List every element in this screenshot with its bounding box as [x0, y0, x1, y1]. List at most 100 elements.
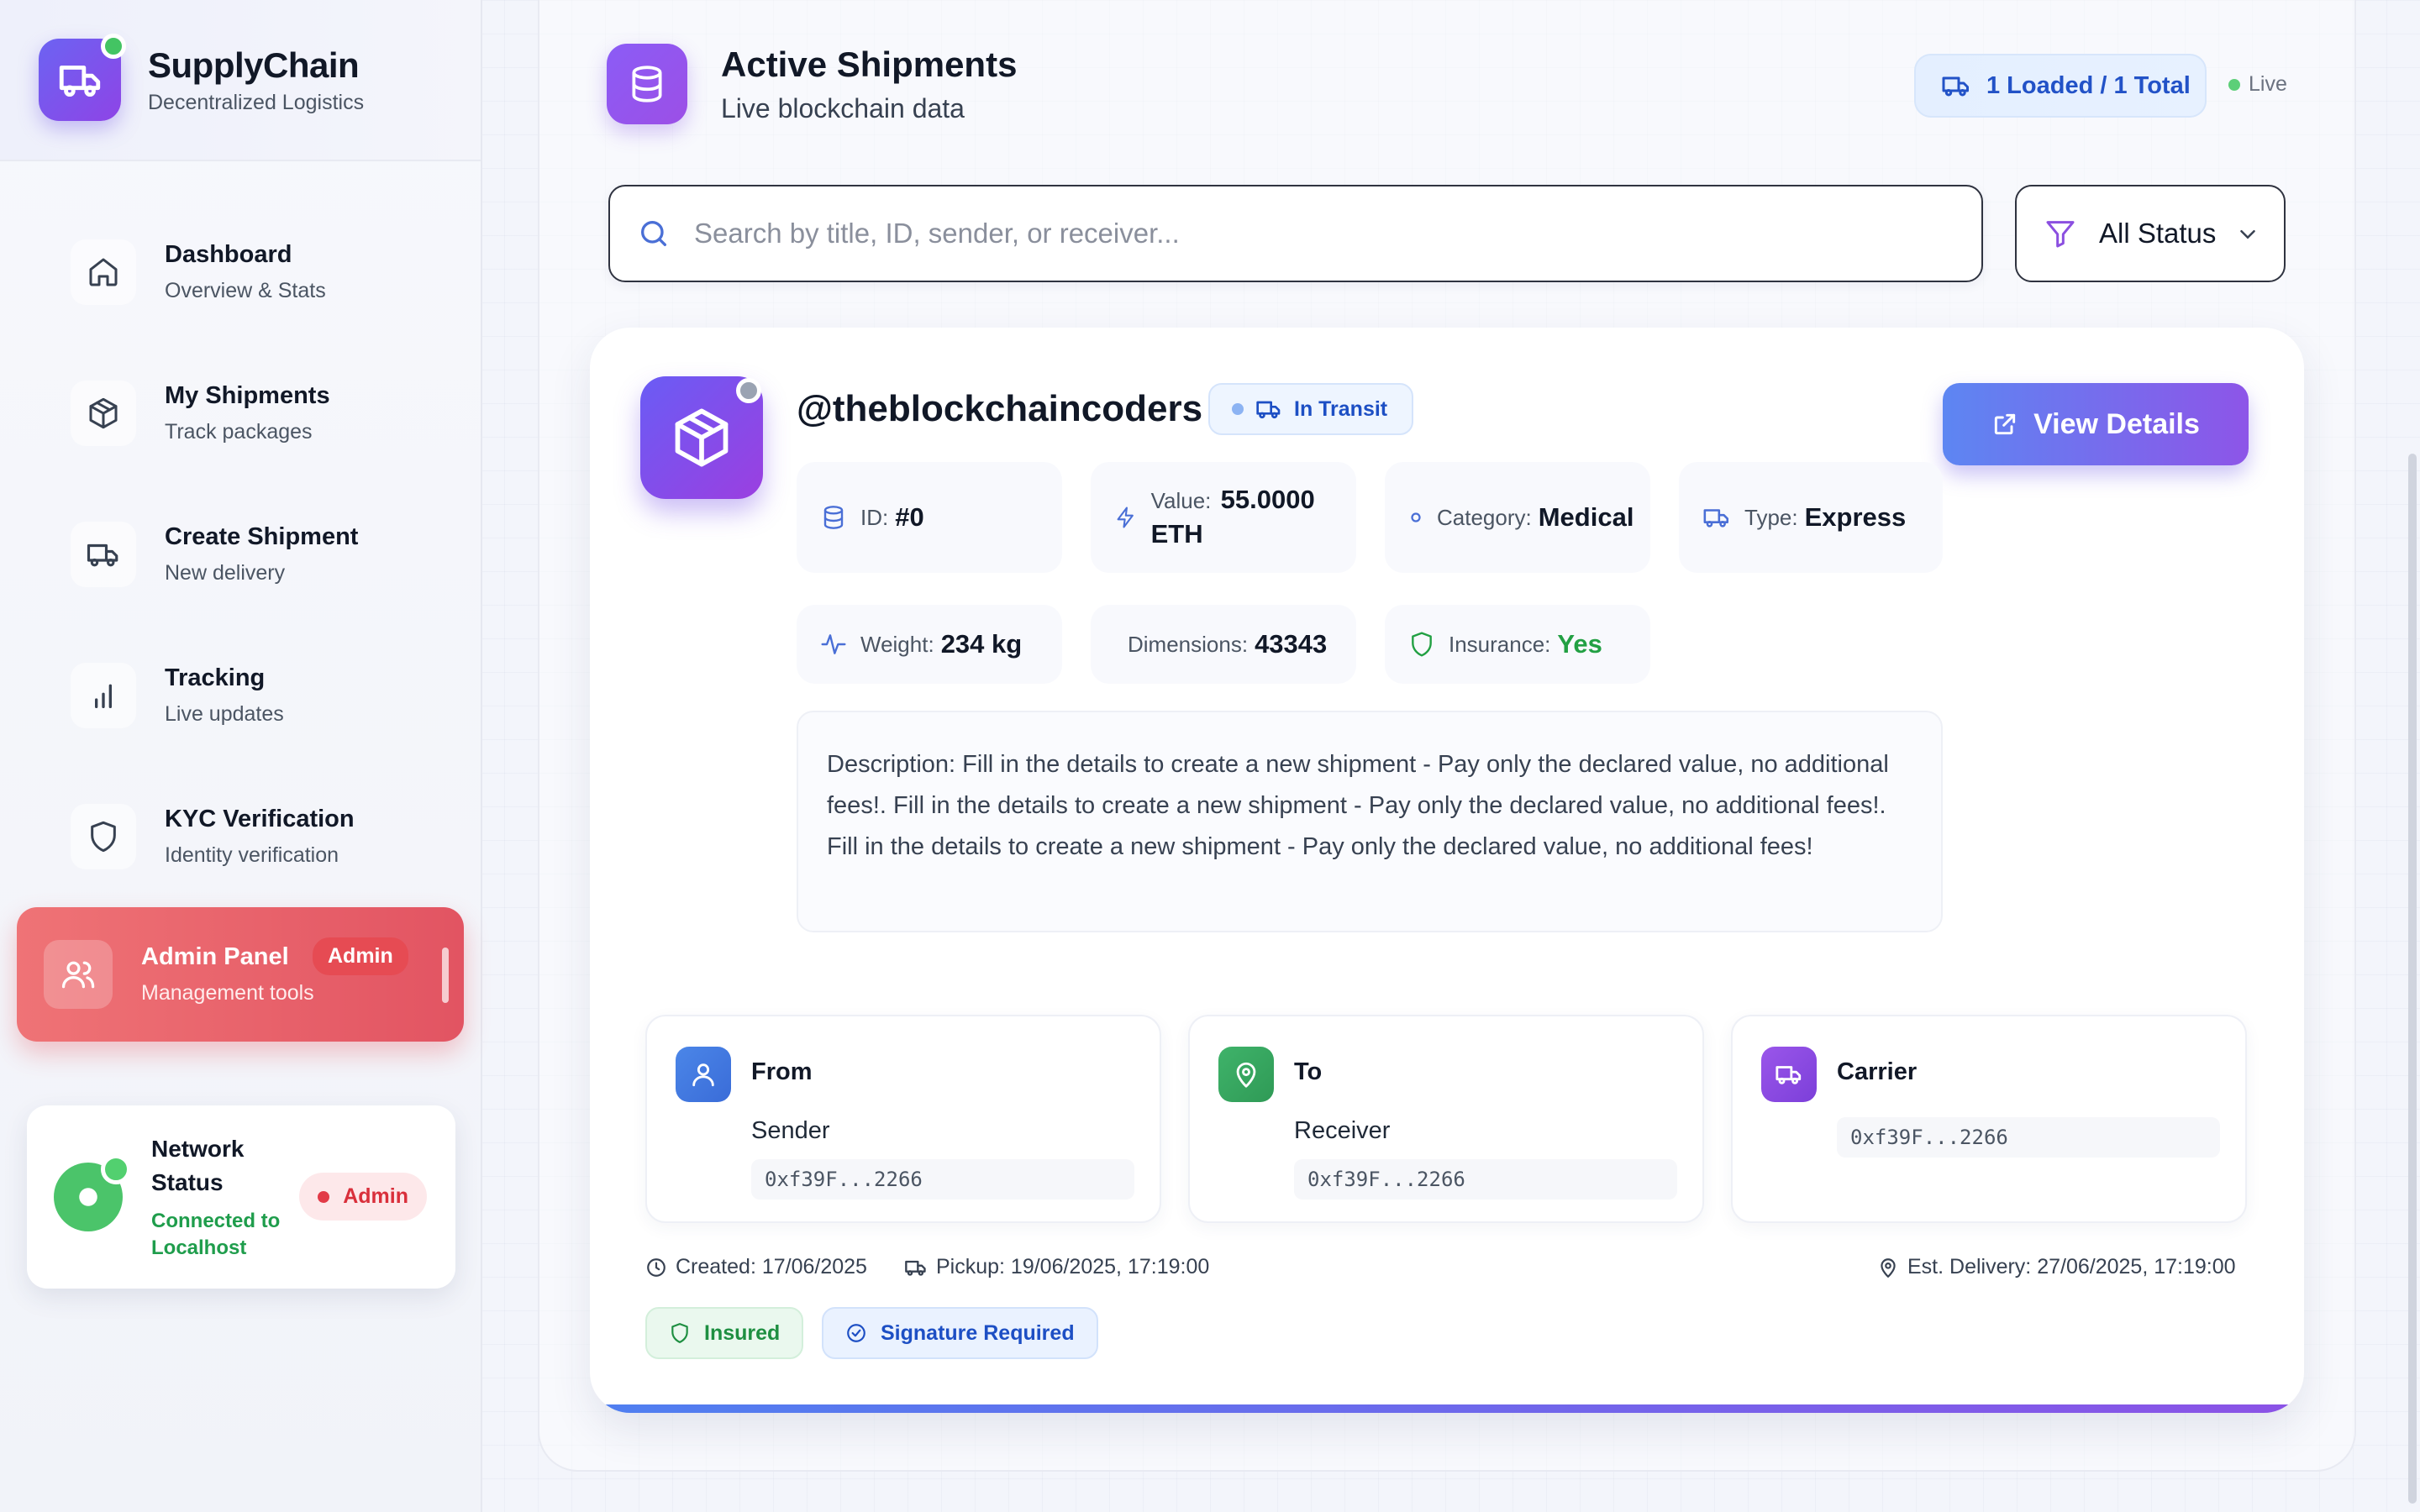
- sender-label: Sender: [751, 1117, 830, 1144]
- sidebar-item-kyc-verification[interactable]: KYC Verification Identity verification: [17, 766, 464, 907]
- sender-address: 0xf39F...2266: [751, 1159, 1134, 1200]
- sidebar: SupplyChain Decentralized Logistics Dash…: [0, 0, 482, 1512]
- map-pin-icon: [1218, 1047, 1274, 1102]
- weight-value: 234 kg: [940, 629, 1023, 659]
- lightning-icon: [1117, 507, 1134, 528]
- search-input[interactable]: [694, 218, 1954, 249]
- package-icon: [675, 408, 729, 467]
- status-label: In Transit: [1294, 396, 1388, 421]
- from-card: From Sender 0xf39F...2266: [645, 1015, 1161, 1223]
- truck-icon: [1703, 509, 1729, 528]
- sidebar-item-dashboard[interactable]: Dashboard Overview & Stats: [17, 202, 464, 343]
- live-label: Live: [2249, 72, 2287, 96]
- view-details-button[interactable]: View Details: [1943, 383, 2249, 465]
- pickup-date: Pickup: 19/06/2025, 17:19:00: [904, 1255, 1209, 1279]
- signature-required-tag: Signature Required: [822, 1307, 1098, 1359]
- category-chip: Category: Medical: [1385, 462, 1650, 573]
- category-label: Category:: [1437, 504, 1532, 530]
- brand-title: SupplyChain: [148, 45, 360, 85]
- package-icon: [71, 381, 136, 446]
- network-status-icon: [54, 1154, 131, 1231]
- weight-label: Weight:: [860, 631, 934, 657]
- shield-icon: [71, 804, 136, 869]
- type-value: Express: [1804, 502, 1907, 532]
- truck-icon: [905, 1260, 926, 1276]
- truck-icon: [1256, 401, 1281, 419]
- category-value: Medical: [1538, 502, 1634, 532]
- chevron-down-icon: [2240, 230, 2255, 239]
- view-details-label: View Details: [2033, 407, 2200, 440]
- brand-logo[interactable]: [39, 34, 126, 121]
- sidebar-item-subtitle: Identity verification: [165, 843, 339, 867]
- dimensions-label: Dimensions:: [1128, 631, 1249, 657]
- page-header: Active Shipments Live blockchain data: [607, 44, 1017, 124]
- sidebar-nav: Dashboard Overview & Stats My Shipments …: [0, 161, 481, 1042]
- insurance-value: Yes: [1557, 629, 1602, 659]
- type-chip: Type: Express: [1679, 462, 1943, 573]
- brand-header: SupplyChain Decentralized Logistics: [0, 0, 481, 161]
- receiver-address: 0xf39F...2266: [1294, 1159, 1677, 1200]
- filter-selected-value: All Status: [2099, 218, 2217, 249]
- network-status-text: Connected to Localhost: [151, 1210, 281, 1259]
- from-title: From: [751, 1058, 813, 1085]
- brand-status-dot: [101, 34, 126, 59]
- truck-icon: [1761, 1047, 1817, 1102]
- sidebar-item-tracking[interactable]: Tracking Live updates: [17, 625, 464, 766]
- card-accent-bar: [590, 1404, 2304, 1413]
- sidebar-item-my-shipments[interactable]: My Shipments Track packages: [17, 343, 464, 484]
- shipment-card: @theblockchaincoders In Transit View Det…: [590, 328, 2304, 1413]
- carrier-card: Carrier 0xf39F...2266: [1731, 1015, 2247, 1223]
- scrollbar-thumb[interactable]: [2408, 454, 2417, 1504]
- carrier-title: Carrier: [1837, 1058, 1918, 1085]
- role-dot: [318, 1190, 330, 1203]
- type-label: Type:: [1744, 504, 1798, 530]
- user-icon: [676, 1047, 731, 1102]
- receiver-label: Receiver: [1294, 1117, 1391, 1144]
- dot-icon: [1411, 512, 1421, 522]
- sidebar-item-create-shipment[interactable]: Create Shipment New delivery: [17, 484, 464, 625]
- network-role-label: Admin: [343, 1184, 408, 1208]
- dimensions-value: 43343: [1255, 629, 1328, 659]
- page-subtitle: Live blockchain data: [721, 92, 965, 123]
- truck-icon: [1942, 76, 1969, 97]
- page-title: Active Shipments: [721, 44, 1018, 84]
- value-chip: Value: 55.0000 ETH: [1091, 462, 1356, 573]
- network-role-badge: Admin: [299, 1173, 427, 1221]
- sidebar-item-title: Tracking: [165, 664, 266, 691]
- sidebar-item-subtitle: Track packages: [165, 420, 313, 444]
- status-filter-select[interactable]: All Status: [2015, 185, 2286, 282]
- check-circle-icon: [847, 1324, 865, 1342]
- shield-icon: [1412, 632, 1432, 657]
- external-link-icon: [1994, 413, 2016, 435]
- insurance-chip: Insurance: Yes: [1385, 605, 1650, 684]
- sidebar-item-subtitle: New delivery: [165, 561, 286, 585]
- weight-chip: Weight: 234 kg: [797, 605, 1062, 684]
- clock-icon: [647, 1257, 666, 1277]
- created-date: Created: 17/06/2025: [645, 1255, 867, 1279]
- insured-tag: Insured: [645, 1307, 804, 1359]
- dimensions-chip: Dimensions: 43343: [1091, 605, 1356, 684]
- truck-icon: [71, 522, 136, 587]
- sidebar-item-admin-panel[interactable]: Admin Panel Management tools Admin: [17, 907, 464, 1042]
- database-icon: [823, 506, 844, 529]
- search-box[interactable]: [608, 185, 1983, 282]
- shipment-title: @theblockchaincoders: [797, 388, 1203, 429]
- insured-label: Insured: [704, 1320, 781, 1345]
- network-status-title: Network Status: [151, 1136, 245, 1195]
- truck-icon: [59, 66, 101, 97]
- sidebar-item-subtitle: Management tools: [141, 981, 314, 1005]
- sidebar-item-subtitle: Overview & Stats: [165, 279, 326, 302]
- home-icon: [71, 239, 136, 305]
- active-indicator: [442, 948, 449, 1003]
- network-status-card: Network Status Connected to Localhost Ad…: [27, 1105, 455, 1289]
- id-chip: ID: #0: [797, 462, 1062, 573]
- filter-icon: [2046, 221, 2075, 248]
- sidebar-item-title: Admin Panel: [141, 943, 289, 970]
- loaded-count-badge: 1 Loaded / 1 Total: [1914, 54, 2207, 118]
- id-label: ID:: [860, 504, 889, 530]
- page-scrollbar[interactable]: [2403, 0, 2420, 1512]
- to-card: To Receiver 0xf39F...2266: [1188, 1015, 1704, 1223]
- sidebar-item-title: Dashboard: [165, 241, 292, 268]
- live-dot: [2228, 78, 2240, 91]
- status-dot: [1232, 403, 1244, 415]
